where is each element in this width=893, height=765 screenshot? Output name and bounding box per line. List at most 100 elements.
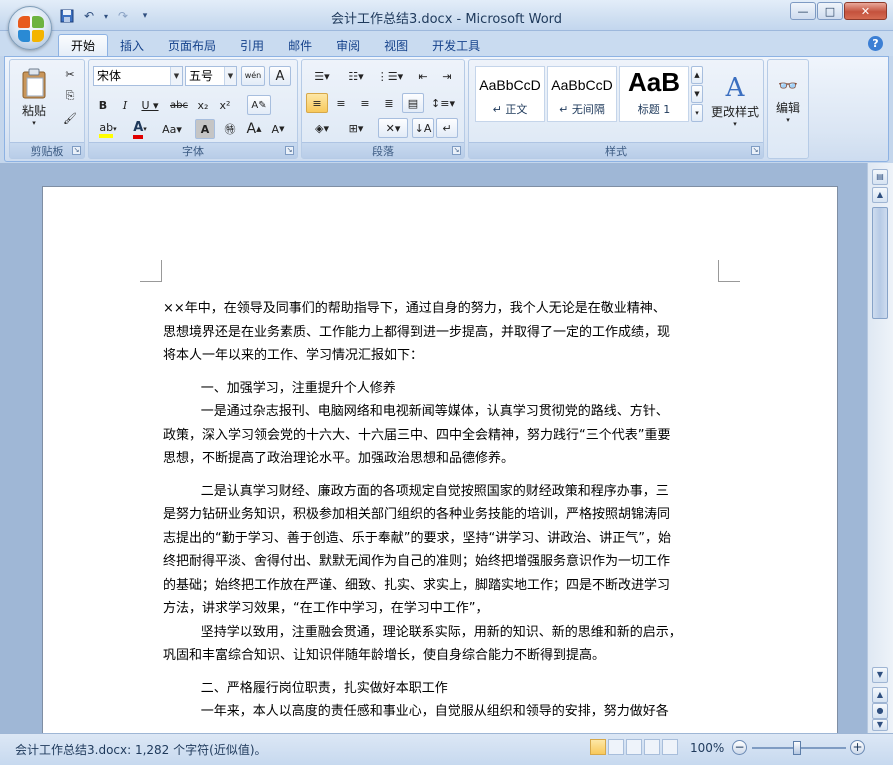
underline-button[interactable]: U ▾: [137, 95, 163, 115]
format-painter-icon[interactable]: 🖌: [60, 108, 80, 128]
superscript-button[interactable]: x²: [215, 95, 235, 115]
cut-icon[interactable]: ✂: [60, 64, 80, 84]
scroll-down-icon[interactable]: ▼: [872, 667, 888, 683]
paste-label: 粘贴: [21, 103, 46, 118]
zoom-level[interactable]: 100%: [690, 741, 724, 755]
styles-scroll-up-icon[interactable]: ▲: [691, 66, 703, 84]
distributed-button[interactable]: ▤: [402, 93, 424, 113]
font-size-dropdown-icon[interactable]: ▼: [224, 67, 236, 85]
shading-button[interactable]: ◈▾: [306, 118, 338, 138]
draft-view-icon[interactable]: [662, 739, 678, 755]
tab-view[interactable]: 视图: [372, 34, 420, 56]
clipboard-launcher-icon[interactable]: ↘: [72, 146, 81, 155]
align-center-button[interactable]: ≡: [330, 93, 352, 113]
numbering-button[interactable]: ☷▾: [340, 66, 372, 86]
styles-more-icon[interactable]: ▾: [691, 104, 703, 122]
style-heading-1[interactable]: AaB 标题 1: [619, 66, 689, 122]
character-shading-button[interactable]: A: [195, 119, 215, 139]
paragraph-group: ☰▾ ☷▾ ⋮☰▾ ⇤ ⇥ ≡ ≡ ≡ ≣ ▤ ↕≡▾ ◈▾ ⊞▾ ✕▾ ↓A …: [301, 59, 465, 159]
tab-home[interactable]: 开始: [58, 34, 109, 56]
copy-icon[interactable]: ⎘: [60, 86, 80, 106]
editing-label: 编辑: [775, 101, 800, 115]
full-screen-reading-view-icon[interactable]: [608, 739, 624, 755]
shrink-font-button[interactable]: A ▼: [267, 119, 289, 139]
align-left-button[interactable]: ≡: [306, 93, 328, 113]
styles-scroll-down-icon[interactable]: ▼: [691, 85, 703, 103]
decrease-indent-button[interactable]: ⇤: [412, 66, 434, 86]
office-logo-icon: [18, 16, 44, 42]
font-size-combo[interactable]: 五号 ▼: [185, 66, 237, 86]
strikethrough-button[interactable]: abc: [167, 95, 191, 115]
justify-button[interactable]: ≣: [378, 93, 400, 113]
document-line: ××年中，在领导及同事们的帮助指导下，通过自身的努力，我个人无论是在敬业精神、: [163, 301, 666, 316]
align-right-button[interactable]: ≡: [354, 93, 376, 113]
status-bar: 会计工作总结3.docx: 1,282 个字符(近似值)。 100% − +: [0, 733, 893, 765]
font-group: 宋体 ▼ 五号 ▼ wén A B I U ▾ abc x₂ x² A✎ ab ▾…: [88, 59, 298, 159]
browse-object-icon[interactable]: ●: [872, 703, 888, 719]
document-line: 志提出的“勤于学习、善于创造、乐于奉献”的要求，坚持“讲学习、讲政治、讲正气”，…: [163, 530, 671, 546]
status-word-count[interactable]: 会计工作总结3.docx: 1,282 个字符(近似值)。: [15, 741, 267, 758]
font-name-value: 宋体: [97, 69, 122, 83]
borders-button[interactable]: ⊞▾: [340, 118, 372, 138]
style-no-spacing[interactable]: AaBbCcD ↵ 无间隔: [547, 66, 617, 122]
font-color-button[interactable]: A ▾: [125, 119, 155, 139]
scrollbar-thumb[interactable]: [872, 207, 888, 319]
editing-button[interactable]: 👓 编辑 ▾: [770, 64, 806, 136]
paragraph-launcher-icon[interactable]: ↘: [452, 146, 461, 155]
document-line: 一是通过杂志报刊、电脑网络和电视新闻等媒体，认真学习贯彻党的路线、方针、: [200, 404, 669, 419]
increase-indent-button[interactable]: ⇥: [436, 66, 458, 86]
ruler-toggle-icon[interactable]: ▤: [872, 169, 888, 185]
help-icon[interactable]: ?: [868, 36, 883, 51]
line-spacing-button[interactable]: ↕≡▾: [428, 93, 458, 113]
font-launcher-icon[interactable]: ↘: [285, 146, 294, 155]
italic-button[interactable]: I: [115, 95, 135, 115]
phonetic-guide-button[interactable]: wén: [241, 66, 265, 86]
outline-view-icon[interactable]: [644, 739, 660, 755]
bullets-button[interactable]: ☰▾: [306, 66, 338, 86]
bold-button[interactable]: B: [93, 95, 113, 115]
grow-font-button[interactable]: A ▲: [243, 119, 265, 139]
document-area: ××年中，在领导及同事们的帮助指导下，通过自身的努力，我个人无论是在敬业精神、思…: [0, 163, 867, 746]
tab-mailings[interactable]: 邮件: [276, 34, 324, 56]
window-controls: — □ ✕: [790, 2, 887, 20]
show-marks-button[interactable]: ↵: [436, 118, 458, 138]
scroll-up-icon[interactable]: ▲: [872, 187, 888, 203]
change-styles-button[interactable]: A 更改样式 ▾: [709, 64, 761, 136]
enclose-characters-button[interactable]: ㊕: [219, 119, 241, 139]
font-name-dropdown-icon[interactable]: ▼: [170, 67, 182, 85]
document-body[interactable]: ××年中，在领导及同事们的帮助指导下，通过自身的努力，我个人无论是在敬业精神、思…: [163, 297, 723, 724]
minimize-button[interactable]: —: [790, 2, 816, 20]
styles-launcher-icon[interactable]: ↘: [751, 146, 760, 155]
document-line: 将本人一年以来的工作、学习情况汇报如下：: [163, 348, 424, 363]
character-border-button[interactable]: A: [269, 66, 291, 86]
tab-developer[interactable]: 开发工具: [420, 34, 492, 56]
close-button[interactable]: ✕: [844, 2, 887, 20]
text-highlight-button[interactable]: ab ▾: [93, 119, 123, 139]
tab-references[interactable]: 引用: [228, 34, 276, 56]
view-buttons: [590, 739, 678, 755]
zoom-in-button[interactable]: +: [850, 740, 865, 755]
sort-button[interactable]: ↓A: [412, 118, 434, 138]
document-page[interactable]: ××年中，在领导及同事们的帮助指导下，通过自身的努力，我个人无论是在敬业精神、思…: [42, 186, 838, 746]
chinese-layout-button[interactable]: ✕▾: [378, 118, 408, 138]
subscript-button[interactable]: x₂: [193, 95, 213, 115]
multilevel-list-button[interactable]: ⋮☰▾: [374, 66, 406, 86]
zoom-slider-thumb[interactable]: [793, 741, 801, 755]
clear-formatting-button[interactable]: A✎: [247, 95, 271, 115]
previous-page-icon[interactable]: ▲: [872, 687, 888, 703]
vertical-scrollbar[interactable]: ▤ ▲ ▼ ▲ ● ▼: [867, 163, 893, 733]
change-case-button[interactable]: Aa▾: [157, 119, 187, 139]
tab-page-layout[interactable]: 页面布局: [156, 34, 228, 56]
next-page-icon[interactable]: ▼: [872, 719, 888, 731]
web-layout-view-icon[interactable]: [626, 739, 642, 755]
zoom-out-button[interactable]: −: [732, 740, 747, 755]
paste-button[interactable]: 粘贴 ▾: [16, 62, 52, 132]
office-button[interactable]: [8, 6, 52, 50]
tab-review[interactable]: 审阅: [324, 34, 372, 56]
font-name-combo[interactable]: 宋体 ▼: [93, 66, 183, 86]
print-layout-view-icon[interactable]: [590, 739, 606, 755]
maximize-button[interactable]: □: [817, 2, 843, 20]
style-normal[interactable]: AaBbCcD ↵ 正文: [475, 66, 545, 122]
tab-insert[interactable]: 插入: [108, 34, 156, 56]
font-size-value: 五号: [189, 69, 214, 83]
